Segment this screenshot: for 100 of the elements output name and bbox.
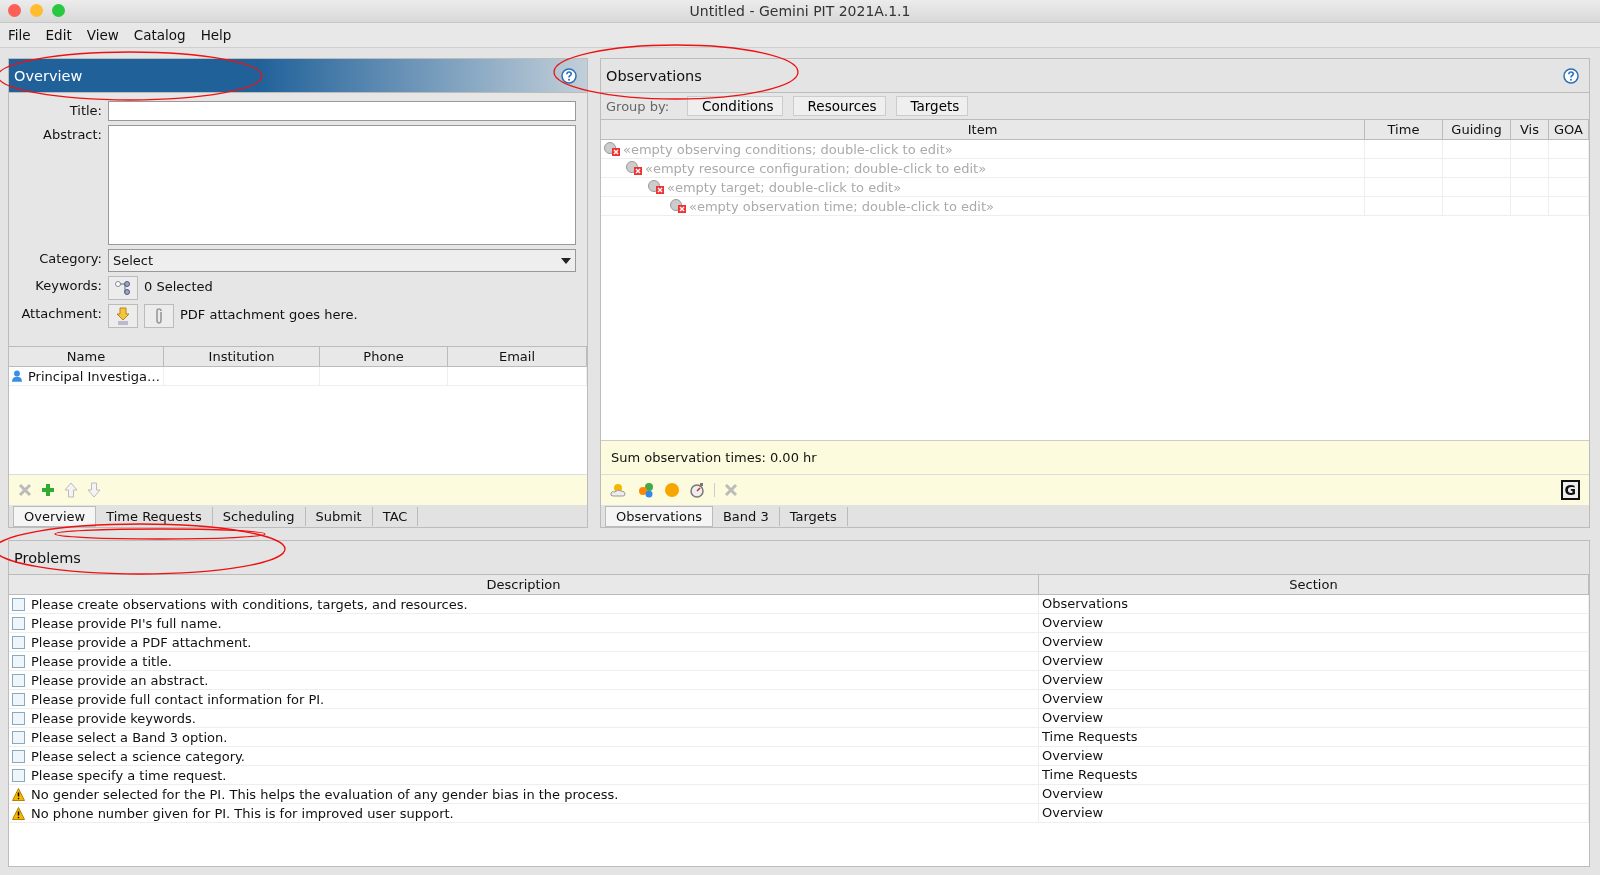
column-header[interactable]: Time [1365,120,1443,139]
field-label: Title: [68,102,102,118]
column-header[interactable]: Item [601,120,1365,139]
up-arrow-icon[interactable] [64,482,78,498]
attachment-status: PDF attachment goes here. [180,306,358,322]
tab[interactable]: TAC [372,506,419,526]
checkbox-icon [12,711,25,725]
category-dropdown[interactable]: Select [108,249,576,272]
column-header[interactable]: Email [448,347,587,366]
panel-title: Overview [14,67,83,84]
menu-item[interactable]: File [8,27,31,43]
keywords-button[interactable] [108,276,138,300]
nodes-icon [114,280,132,296]
table-cell: Principal Investiga… [9,367,164,385]
problem-description: Please create observations with conditions, targets, and resources. [9,595,1039,613]
stopwatch-icon[interactable] [689,482,705,498]
down-arrow-icon[interactable] [87,482,101,498]
checkbox-icon [12,635,25,649]
problem-description: Please provide an abstract. [9,671,1039,689]
sun-icon[interactable] [664,482,680,498]
column-header[interactable]: Description [9,575,1039,594]
menu-item[interactable]: Edit [45,27,72,43]
column-header[interactable]: Vis [1511,120,1549,139]
g-button[interactable]: G [1560,480,1580,500]
group-button[interactable]: Resources [792,96,886,116]
person-icon [12,369,22,383]
field-label: Attachment: [20,305,102,321]
column-header[interactable]: Phone [320,347,448,366]
tab[interactable]: Observations [605,505,713,527]
problem-description: No gender selected for the PI. This helps the evaluation of any gender bias in the process. [9,785,1039,803]
help-icon[interactable] [1563,67,1579,84]
checkbox-icon [12,673,25,687]
problem-description: Please select a Band 3 option. [9,728,1039,746]
checkbox-icon [12,616,25,630]
checkbox-icon [12,749,25,763]
field-label: Abstract: [42,126,102,142]
help-icon[interactable] [561,67,577,84]
warning-icon [12,787,25,801]
delete-icon[interactable] [18,483,32,497]
tab[interactable]: Overview [13,505,97,527]
table-cell: Overview [1039,614,1589,632]
column-header[interactable]: Institution [164,347,320,366]
problem-description: Please specify a time request. [9,766,1039,784]
table-cell: Overview [1039,652,1589,670]
panel-title: Observations [606,67,702,84]
import-button[interactable] [108,304,138,328]
tab[interactable]: Band 3 [712,506,780,526]
delete-icon[interactable] [724,483,738,497]
title-field[interactable] [108,101,576,121]
panel-title: Problems [14,549,81,566]
abstract-field[interactable] [108,125,576,245]
problem-description: No phone number given for PI. This is for improved user support. [9,804,1039,822]
warning-icon [12,806,25,820]
table-cell: Overview [1039,747,1589,765]
problem-description: Please provide a PDF attachment. [9,633,1039,651]
table-cell: Overview [1039,709,1589,727]
table-cell: Time Requests [1039,728,1589,746]
table-cell: Time Requests [1039,766,1589,784]
sum-times-text: Sum observation times: 0.00 hr [611,450,817,465]
shapes-icon[interactable] [637,482,655,498]
problem-description: Please provide a title. [9,652,1039,670]
table-cell: Overview [1039,671,1589,689]
cloud-icon[interactable] [610,482,628,498]
table-cell: Overview [1039,804,1589,822]
tab[interactable]: Submit [305,506,373,526]
paperclip-icon [153,307,165,325]
field-label: Category: [38,250,102,266]
minimize-button[interactable] [30,4,43,17]
problem-description: Please select a science category. [9,747,1039,765]
problem-description: Please provide full contact information for PI. [9,690,1039,708]
window-title: Untitled - Gemini PIT 2021A.1.1 [689,3,911,19]
column-header[interactable]: Section [1039,575,1589,594]
attach-button[interactable] [144,304,174,328]
group-button[interactable]: Conditions [687,96,783,116]
checkbox-icon [12,692,25,706]
problem-description: Please provide keywords. [9,709,1039,727]
problem-description: Please provide PI's full name. [9,614,1039,632]
checkbox-icon [12,654,25,668]
close-button[interactable] [8,4,21,17]
checkbox-icon [12,730,25,744]
menu-item[interactable]: Catalog [133,27,186,43]
table-cell: Overview [1039,785,1589,803]
zoom-button[interactable] [52,4,65,17]
add-icon[interactable] [41,483,55,497]
tab[interactable]: Targets [779,506,848,526]
table-cell: Overview [1039,633,1589,651]
field-label: Keywords: [34,277,102,293]
column-header[interactable]: Guiding [1443,120,1511,139]
column-header[interactable]: Name [9,347,164,366]
group-button[interactable]: Targets [895,96,969,116]
caret-icon [561,257,571,264]
download-arrow-icon [115,307,131,325]
table-cell: Observations [1039,595,1589,613]
menu-item[interactable]: View [86,27,119,43]
checkbox-icon [12,768,25,782]
keywords-count: 0 Selected [144,278,213,294]
column-header[interactable]: GOA [1549,120,1589,139]
tab[interactable]: Time Requests [96,506,213,526]
menu-item[interactable]: Help [200,27,232,43]
tab[interactable]: Scheduling [212,506,306,526]
